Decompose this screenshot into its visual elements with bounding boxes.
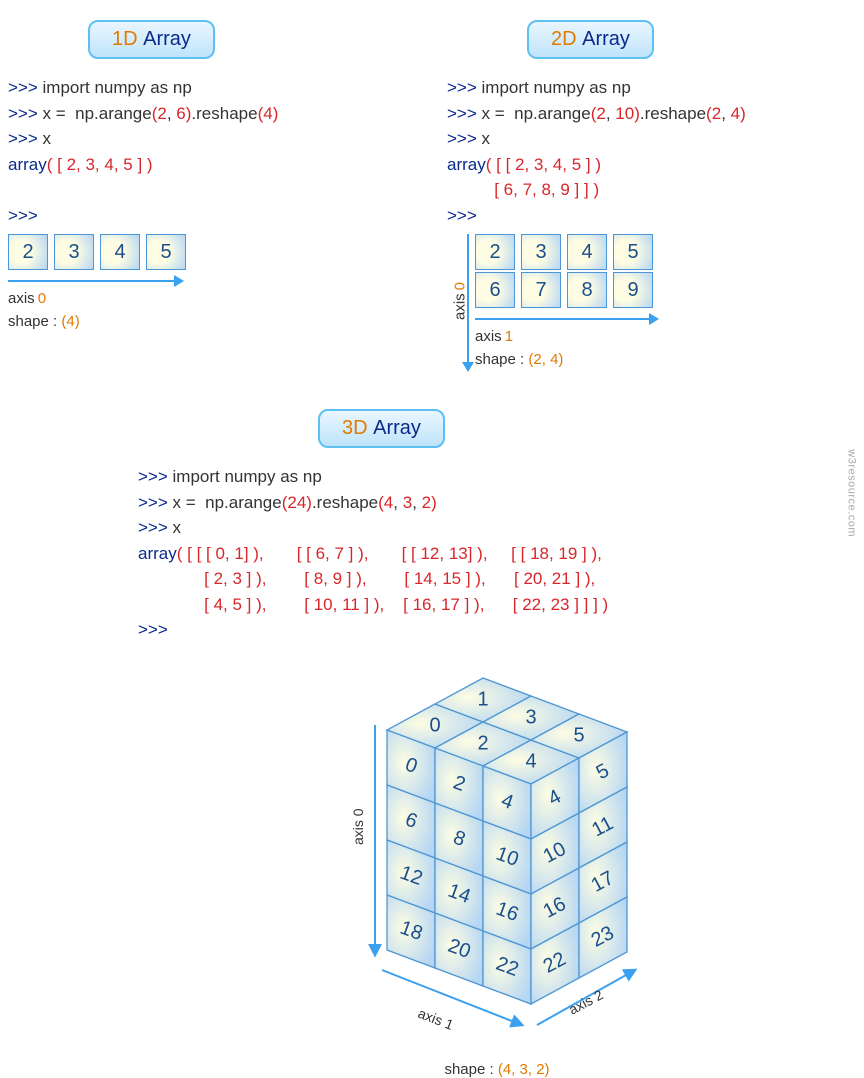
axis0-label: axis0 [8,290,417,307]
cube-label: 4 [525,750,536,772]
panel-3d: 3D Array >>> import numpy as np >>> x = … [8,409,856,1055]
title-badge-1d: 1D Array [88,20,215,59]
cell: 6 [475,272,515,308]
cell: 3 [521,234,561,270]
code-3d: >>> import numpy as np >>> x = np.arange… [138,464,856,643]
title-dim: 1D [112,28,138,50]
title-badge-3d: 3D Array [318,409,445,448]
code-2d: >>> import numpy as np >>> x = np.arange… [447,75,856,228]
title-word: Array [582,28,630,50]
cell: 3 [54,234,94,270]
fig-1d: 2 3 4 5 axis0 shape : (4) [8,234,417,330]
panel-2d: 2D Array >>> import numpy as np >>> x = … [447,20,856,369]
cube-label: 5 [573,724,584,746]
credit: w3resource.com [846,450,858,538]
axis1-arrow [475,312,659,326]
shape-2d: shape : (2, 4) [475,351,659,368]
panel-1d: 1D Array >>> import numpy as np >>> x = … [8,20,417,369]
code-1d: >>> import numpy as np >>> x = np.arange… [8,75,417,228]
cube-label: 1 [477,688,488,710]
cell: 8 [567,272,607,308]
cell: 2 [8,234,48,270]
axis0-label: axis 0 [350,808,366,845]
axis2-label: axis 2 [566,986,606,1017]
cube-3d: 024135024681012141618202245101116172223 … [287,655,707,1055]
cube-label: 3 [525,706,536,728]
cell: 5 [146,234,186,270]
title-dim: 2D [551,28,577,50]
cell: 4 [100,234,140,270]
cells-1d: 2 3 4 5 [8,234,417,270]
axis1-label: axis1 [475,328,659,345]
cell: 5 [613,234,653,270]
title-word: Array [143,28,191,50]
top-row: 1D Array >>> import numpy as np >>> x = … [8,20,856,369]
cell: 9 [613,272,653,308]
cell: 7 [521,272,561,308]
axis1-label: axis 1 [416,1004,456,1032]
shape-3d: shape : (4, 3, 2) [287,1061,707,1078]
cell: 4 [567,234,607,270]
cell: 2 [475,234,515,270]
grid-2d: axis0 2 3 4 5 6 7 8 9 axi [475,234,659,368]
title-dim: 3D [342,417,368,439]
cube-svg: 024135024681012141618202245101116172223 … [287,655,707,1055]
title-word: Array [373,417,421,439]
cube-label: 0 [429,714,440,736]
axis0-arrow [8,274,184,288]
cube-label: 2 [477,732,488,754]
axis0-label: axis0 [452,282,469,320]
title-badge-2d: 2D Array [527,20,654,59]
shape-1d: shape : (4) [8,313,417,330]
fig-2d: axis0 2 3 4 5 6 7 8 9 axi [447,234,856,369]
